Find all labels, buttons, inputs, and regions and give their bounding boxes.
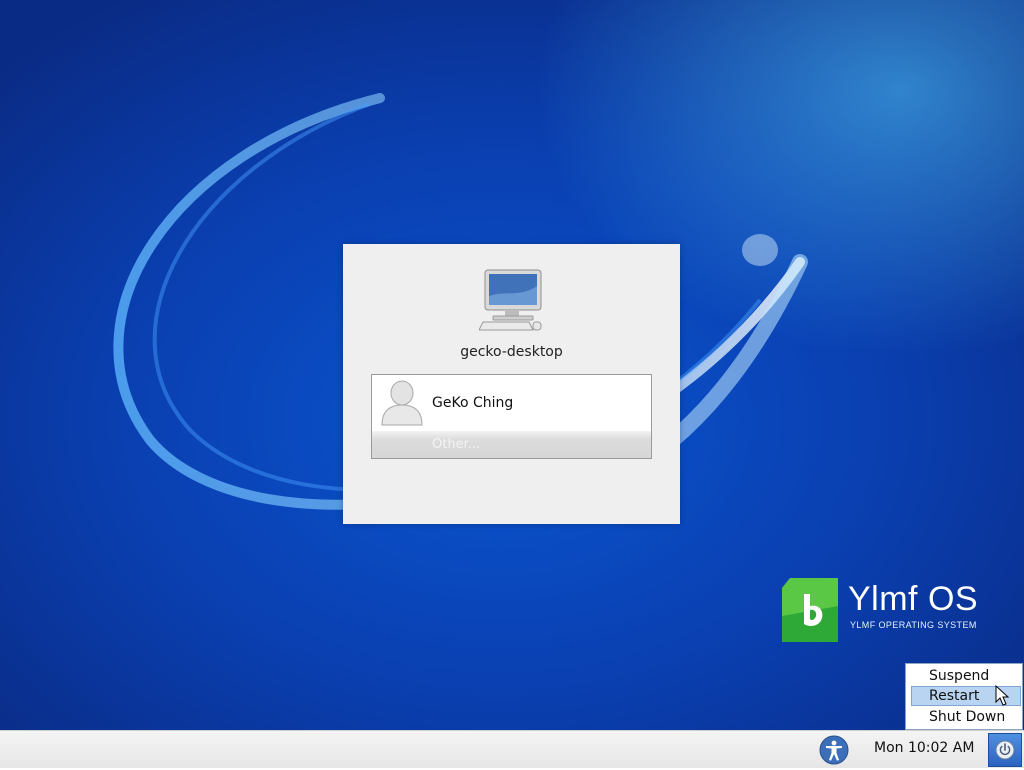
- hostname-label: gecko-desktop: [460, 344, 563, 360]
- logo-subtitle: YLMF OPERATING SYSTEM: [850, 620, 977, 630]
- user-name-label: GeKo Ching: [432, 395, 514, 411]
- login-dialog: gecko-desktop GeKo Ching Other...: [343, 244, 680, 524]
- power-icon: [995, 740, 1015, 760]
- accessibility-button[interactable]: [818, 735, 850, 765]
- accessibility-icon: [819, 735, 849, 765]
- menu-item-shut-down[interactable]: Shut Down: [911, 707, 1021, 727]
- computer-icon: [479, 269, 542, 331]
- desktop-background: gecko-desktop GeKo Ching Other... Ylmf O…: [0, 0, 1024, 730]
- logo-title: Ylmf OS: [848, 580, 979, 618]
- other-user-label: Other...: [432, 437, 481, 452]
- logo-mark-icon: [782, 578, 838, 642]
- bottom-panel: Mon 10:02 AM: [0, 730, 1024, 768]
- user-list: GeKo Ching Other...: [371, 374, 652, 459]
- power-button[interactable]: [988, 733, 1022, 767]
- user-avatar-icon: [381, 380, 423, 426]
- menu-item-suspend[interactable]: Suspend: [911, 666, 1021, 686]
- other-user-item[interactable]: Other...: [372, 431, 651, 458]
- clock[interactable]: Mon 10:02 AM: [874, 740, 974, 756]
- brand-logo: Ylmf OS YLMF OPERATING SYSTEM: [780, 576, 980, 646]
- mouse-cursor-icon: [995, 685, 1010, 706]
- user-list-item[interactable]: GeKo Ching: [372, 375, 651, 431]
